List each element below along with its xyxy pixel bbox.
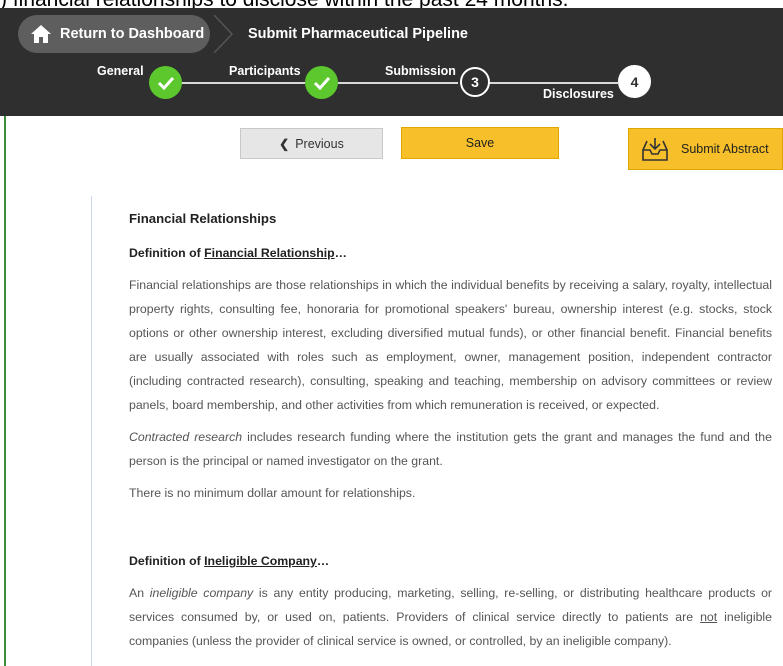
step-label-disclosures: Disclosures (543, 87, 614, 101)
step-label-submission: Submission (385, 64, 456, 78)
previous-button[interactable]: ❮ Previous (240, 128, 383, 159)
submit-abstract-button[interactable]: Submit Abstract (628, 128, 783, 170)
definition-prefix: Definition of (129, 246, 205, 260)
step-complete-participants[interactable] (305, 66, 338, 99)
disclosure-content: Financial Relationships Definition of Fi… (129, 207, 772, 661)
financial-relationship-paragraph: Financial relationships are those relati… (129, 278, 772, 412)
checkmark-icon (313, 76, 330, 90)
definition-heading-ineligible: Definition of Ineligible Company… (129, 549, 772, 573)
definition-term-link[interactable]: Ineligible Company (204, 554, 317, 568)
definition-term-link[interactable]: Financial Relationship (204, 246, 335, 260)
step-connector (338, 82, 458, 84)
page-left-border (4, 116, 6, 666)
header-bar: Return to Dashboard Submit Pharmaceutica… (0, 8, 783, 116)
definition-suffix: … (334, 246, 347, 260)
step-connector (488, 82, 618, 84)
submit-abstract-label: Submit Abstract (681, 142, 769, 156)
section-heading: Financial Relationships (129, 211, 277, 226)
contracted-research-paragraph: Contracted research includes research fu… (129, 425, 772, 473)
save-label: Save (465, 136, 495, 150)
previous-label: Previous (295, 136, 344, 151)
chevron-left-icon: ❮ (279, 136, 290, 151)
content-rule (91, 196, 92, 666)
progress-stepper: General Participants Submission 3 Disclo… (0, 8, 783, 116)
definition-suffix: … (316, 554, 330, 568)
save-button[interactable]: Save (401, 127, 559, 159)
inbox-download-icon (642, 138, 668, 161)
contracted-research-term: Contracted research (129, 430, 243, 444)
ineligible-text-a: An (129, 586, 150, 600)
not-emphasis: not (700, 610, 718, 624)
definition-prefix: Definition of (129, 554, 205, 568)
ineligible-company-paragraph: An ineligible company is any entity prod… (129, 581, 772, 653)
step-complete-general[interactable] (149, 66, 182, 99)
step-label-general: General (97, 64, 144, 78)
step-number-disclosures[interactable]: 4 (618, 65, 651, 98)
minimum-amount-paragraph: There is no minimum dollar amount for re… (129, 486, 416, 500)
checkmark-icon (157, 76, 174, 90)
step-connector (181, 82, 305, 84)
step-label-participants: Participants (229, 64, 301, 78)
step-number-submission[interactable]: 3 (460, 67, 490, 97)
ineligible-company-term: ineligible company (149, 586, 254, 600)
definition-heading-financial: Definition of Financial Relationship… (129, 241, 772, 265)
